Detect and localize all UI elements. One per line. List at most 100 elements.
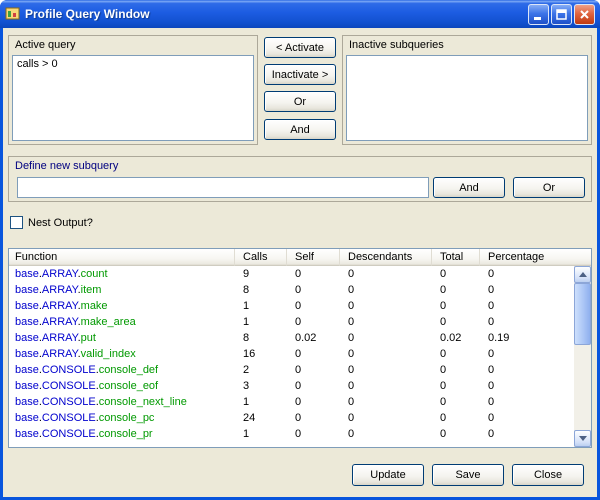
calls-cell: 8: [235, 282, 287, 298]
scroll-down-button[interactable]: [574, 430, 591, 447]
subquery-input[interactable]: [17, 177, 429, 198]
table-row[interactable]: base.CONSOLE.console_pc240000: [9, 410, 574, 426]
calls-cell: 24: [235, 410, 287, 426]
percentage-cell: 0: [480, 410, 574, 426]
table-row[interactable]: base.CONSOLE.console_pr10000: [9, 426, 574, 442]
arrow-up-icon: [579, 272, 587, 277]
save-button[interactable]: Save: [432, 464, 504, 486]
table-row[interactable]: base.CONSOLE.console_next_line10000: [9, 394, 574, 410]
calls-cell: 8: [235, 330, 287, 346]
close-button[interactable]: [574, 4, 595, 25]
descendants-cell: 0: [340, 426, 432, 442]
total-cell: 0: [432, 346, 480, 362]
percentage-cell: 0: [480, 394, 574, 410]
percentage-cell: 0: [480, 266, 574, 282]
define-subquery-group: Define new subquery And Or: [8, 156, 592, 202]
active-query-list[interactable]: calls > 0: [12, 55, 254, 141]
percentage-cell: 0: [480, 282, 574, 298]
descendants-cell: 0: [340, 330, 432, 346]
inactivate-button[interactable]: Inactivate >: [264, 64, 336, 85]
table-row[interactable]: base.CONSOLE.console_def20000: [9, 362, 574, 378]
calls-cell: 1: [235, 298, 287, 314]
percentage-cell: 0: [480, 346, 574, 362]
total-cell: 0.02: [432, 330, 480, 346]
descendants-cell: 0: [340, 346, 432, 362]
calls-cell: 9: [235, 266, 287, 282]
subquery-and-button[interactable]: And: [433, 177, 505, 198]
self-cell: 0: [287, 282, 340, 298]
total-cell: 0: [432, 426, 480, 442]
function-name: base.CONSOLE.console_def: [9, 362, 235, 378]
column-header-calls[interactable]: Calls: [235, 249, 287, 266]
active-query-label: Active query: [9, 36, 257, 53]
function-name: base.CONSOLE.console_next_line: [9, 394, 235, 410]
self-cell: 0: [287, 346, 340, 362]
maximize-button[interactable]: [551, 4, 572, 25]
descendants-cell: 0: [340, 266, 432, 282]
scroll-up-button[interactable]: [574, 266, 591, 283]
table-row[interactable]: base.ARRAY.count90000: [9, 266, 574, 282]
column-header-percentage[interactable]: Percentage: [480, 249, 591, 266]
column-header-total[interactable]: Total: [432, 249, 480, 266]
self-cell: 0: [287, 426, 340, 442]
descendants-cell: 0: [340, 282, 432, 298]
function-name: base.ARRAY.make: [9, 298, 235, 314]
or-button[interactable]: Or: [264, 91, 336, 112]
percentage-cell: 0: [480, 362, 574, 378]
nest-output-row: Nest Output?: [10, 216, 93, 229]
descendants-cell: 0: [340, 378, 432, 394]
activate-button[interactable]: < Activate: [264, 37, 336, 58]
percentage-cell: 0: [480, 426, 574, 442]
column-header-descendants[interactable]: Descendants: [340, 249, 432, 266]
update-button[interactable]: Update: [352, 464, 424, 486]
descendants-cell: 0: [340, 298, 432, 314]
function-name: base.ARRAY.valid_index: [9, 346, 235, 362]
calls-cell: 1: [235, 314, 287, 330]
descendants-cell: 0: [340, 314, 432, 330]
subquery-or-button[interactable]: Or: [513, 177, 585, 198]
total-cell: 0: [432, 362, 480, 378]
total-cell: 0: [432, 298, 480, 314]
close-dialog-button[interactable]: Close: [512, 464, 584, 486]
table-body: base.ARRAY.count90000base.ARRAY.item8000…: [9, 266, 574, 447]
self-cell: 0: [287, 378, 340, 394]
inactive-subqueries-list[interactable]: [346, 55, 588, 141]
and-button[interactable]: And: [264, 119, 336, 140]
self-cell: 0: [287, 410, 340, 426]
nest-output-checkbox[interactable]: [10, 216, 23, 229]
function-name: base.CONSOLE.console_pc: [9, 410, 235, 426]
scrollbar-thumb[interactable]: [574, 283, 591, 345]
column-header-function[interactable]: Function: [9, 249, 235, 266]
total-cell: 0: [432, 378, 480, 394]
table-row[interactable]: base.CONSOLE.console_eof30000: [9, 378, 574, 394]
total-cell: 0: [432, 314, 480, 330]
total-cell: 0: [432, 282, 480, 298]
vertical-scrollbar[interactable]: [574, 266, 591, 447]
maximize-icon: [555, 8, 568, 21]
table-header: Function Calls Self Descendants Total Pe…: [9, 249, 591, 266]
table-row[interactable]: base.ARRAY.make10000: [9, 298, 574, 314]
inactive-subqueries-group: Inactive subqueries: [342, 35, 592, 145]
calls-cell: 1: [235, 394, 287, 410]
table-row[interactable]: base.ARRAY.item80000: [9, 282, 574, 298]
self-cell: 0.02: [287, 330, 340, 346]
dialog-content: Active query calls > 0 < Activate Inacti…: [3, 28, 597, 497]
self-cell: 0: [287, 394, 340, 410]
active-query-item[interactable]: calls > 0: [13, 56, 253, 72]
percentage-cell: 0.19: [480, 330, 574, 346]
arrow-down-icon: [579, 436, 587, 441]
function-name: base.CONSOLE.console_eof: [9, 378, 235, 394]
app-icon[interactable]: [5, 6, 21, 22]
minimize-button[interactable]: [528, 4, 549, 25]
total-cell: 0: [432, 266, 480, 282]
column-header-self[interactable]: Self: [287, 249, 340, 266]
table-row[interactable]: base.ARRAY.put80.0200.020.19: [9, 330, 574, 346]
table-row[interactable]: base.ARRAY.valid_index160000: [9, 346, 574, 362]
table-row[interactable]: base.ARRAY.make_area10000: [9, 314, 574, 330]
titlebar[interactable]: Profile Query Window: [0, 0, 600, 28]
function-name: base.ARRAY.count: [9, 266, 235, 282]
self-cell: 0: [287, 298, 340, 314]
self-cell: 0: [287, 314, 340, 330]
minimize-icon: [532, 8, 545, 21]
descendants-cell: 0: [340, 410, 432, 426]
